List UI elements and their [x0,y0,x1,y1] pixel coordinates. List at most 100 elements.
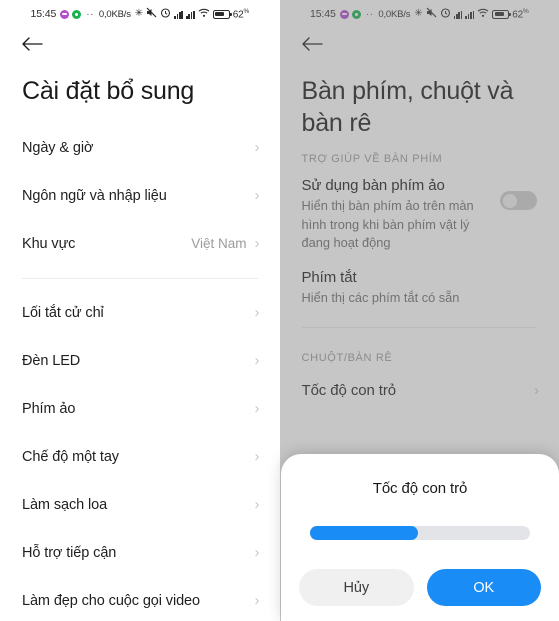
setting-title: Sử dụng bàn phím ảo [301,177,445,194]
dialog-title: Tốc độ con trỏ [372,480,468,497]
row-value: Việt Nam [191,236,247,251]
chevron-right-icon: › [254,592,260,609]
recorder-icon [72,9,82,19]
wifi-icon [198,8,210,21]
row-right: Việt Nam › [191,236,259,251]
sidebar-item-date-time[interactable]: Ngày & giờ › [0,124,280,172]
battery-percent: 62% [512,7,529,21]
signal-bars-icon-sim2 [185,10,195,19]
sidebar-item-one-handed-mode[interactable]: Chế độ một tay › [0,433,280,481]
row-label: Chế độ một tay [22,448,119,465]
sidebar-item-gesture-shortcuts[interactable]: Lối tắt cử chỉ › [0,289,280,337]
row-label: Làm sạch loa [22,496,108,513]
battery-percent-unit: % [522,7,529,15]
chevron-right-icon: › [254,235,260,252]
sidebar-item-virtual-keys[interactable]: Phím ảo › [0,385,280,433]
message-icon [339,9,349,19]
message-icon [60,9,70,19]
setting-text: Phím tắt Hiển thị các phím tắt có sẵn [302,269,538,308]
row-right: › [247,140,260,155]
page-title: Bàn phím, chuột và bàn rê [301,77,514,137]
dialog-buttons: Hủy OK [299,569,541,606]
chevron-right-icon: › [254,544,260,561]
data-rate-label: 0,0KB/s [378,8,411,20]
settings-group-features: Lối tắt cử chỉ › Đèn LED › Phím ảo › Chế… [0,289,280,621]
mute-vibrate-icon [426,7,437,21]
pointer-speed-dialog: Tốc độ con trỏ Hủy OK [281,454,559,621]
battery-percent-value: 62 [232,9,244,21]
row-label: Lối tắt cử chỉ [22,304,104,321]
sidebar-item-video-call-beautify[interactable]: Làm đẹp cho cuộc gọi video › [0,577,280,621]
row-label: Khu vực [22,235,76,252]
right-navbar [280,26,559,62]
row-label: Ngôn ngữ và nhập liệu [22,187,167,204]
bluetooth-icon: ✳ [134,8,144,19]
left-navbar [0,26,280,62]
setting-subtitle: Hiển thị bàn phím ảo trên màn hình trong… [301,198,474,251]
toggle-knob [502,193,517,208]
page-title: Cài đặt bổ sung [22,77,195,105]
sidebar-item-language-input[interactable]: Ngôn ngữ và nhập liệu › [0,172,280,220]
setting-use-virtual-keyboard[interactable]: Sử dụng bàn phím ảo Hiển thị bàn phím ảo… [280,171,559,263]
dual-screenshot-composite: 15:45 ·· 0,0KB/s ✳ 62% Cài đặt bổ sung N… [0,0,559,621]
data-rate-label: 0,0KB/s [98,8,131,20]
back-arrow-icon[interactable] [20,32,44,56]
alarm-icon [160,7,171,21]
wifi-icon [477,8,489,21]
status-bar: 15:45 ·· 0,0KB/s ✳ 62% [0,0,280,26]
battery-icon [212,9,232,19]
signal-bars-icon-sim2 [465,10,475,19]
more-dots-icon: ·· [86,8,94,20]
recorder-icon [351,9,361,19]
setting-keyboard-shortcuts[interactable]: Phím tắt Hiển thị các phím tắt có sẵn [280,263,559,318]
chevron-right-icon: › [254,304,260,321]
chevron-right-icon: › [254,496,260,513]
section-caption-mouse: CHUỘT/BÀN RÊ [301,352,393,365]
row-label: Làm đẹp cho cuộc gọi video [22,592,200,609]
setting-title: Phím tắt [301,268,357,286]
section-divider [301,327,537,329]
signal-bars-icon-sim1 [453,10,463,19]
status-time: 15:45 [309,8,336,20]
battery-icon [492,9,512,19]
row-label: Đèn LED [22,352,81,369]
battery-percent-value: 62 [512,9,523,21]
bluetooth-icon: ✳ [414,8,423,19]
row-label: Hỗ trợ tiếp cận [22,544,117,561]
left-panel-additional-settings: 15:45 ·· 0,0KB/s ✳ 62% Cài đặt bổ sung N… [0,0,280,621]
chevron-right-icon: › [254,448,260,465]
row-label: Ngày & giờ [22,139,94,156]
more-dots-icon: ·· [365,8,374,20]
settings-group-datetime: Ngày & giờ › Ngôn ngữ và nhập liệu › Khu… [0,124,280,268]
status-bar: 15:45 ·· 0,0KB/s ✳ 62% [280,0,559,26]
setting-pointer-speed[interactable]: Tốc độ con trỏ › [280,370,559,410]
slider-fill [310,526,418,540]
cancel-button[interactable]: Hủy [299,569,414,606]
chevron-right-icon: › [254,352,260,369]
row-label: Phím ảo [22,400,76,417]
chevron-right-icon: › [534,381,539,399]
row-right: › [247,188,260,203]
sidebar-item-clean-speaker[interactable]: Làm sạch loa › [0,481,280,529]
chevron-right-icon: › [254,400,260,417]
ok-button[interactable]: OK [426,569,541,606]
back-arrow-icon[interactable] [300,32,324,56]
sidebar-item-led-light[interactable]: Đèn LED › [0,337,280,385]
toggle-use-virtual-keyboard[interactable] [500,191,537,210]
battery-percent: 62% [232,7,250,21]
pointer-speed-slider[interactable] [310,526,530,540]
setting-subtitle: Hiển thị các phím tắt có sẵn [301,289,460,305]
signal-bars-icon-sim1 [174,10,183,19]
section-caption-keyboard: TRỢ GIÚP VỀ BÀN PHÍM [301,153,443,165]
setting-text: Sử dụng bàn phím ảo Hiển thị bàn phím ảo… [302,177,491,253]
alarm-icon [440,7,451,21]
sidebar-item-accessibility[interactable]: Hỗ trợ tiếp cận › [0,529,280,577]
chevron-right-icon: › [254,187,260,204]
row-label: Tốc độ con trỏ [301,381,397,399]
sidebar-item-region[interactable]: Khu vực Việt Nam › [0,220,280,268]
battery-percent-unit: % [243,7,250,15]
mute-vibrate-icon [146,7,157,21]
status-time: 15:45 [30,8,57,20]
section-divider [22,277,258,279]
chevron-right-icon: › [254,139,260,156]
